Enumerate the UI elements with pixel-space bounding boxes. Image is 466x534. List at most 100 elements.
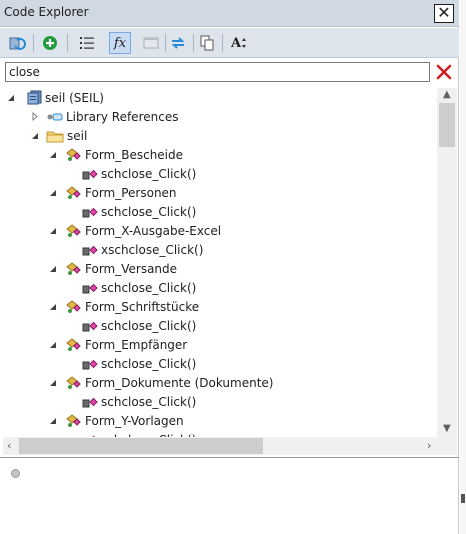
member-label: schclose_Click() <box>101 280 197 295</box>
form-module-icon <box>66 262 81 275</box>
library-references-icon <box>47 113 63 120</box>
tree-node-form[interactable]: Form_Y-Vorlagen <box>45 411 184 430</box>
tree-node-member[interactable]: schclose_Click() <box>82 316 196 335</box>
scroll-left-icon[interactable]: ‹ <box>7 439 11 452</box>
method-icon <box>82 321 98 331</box>
tree-node-library-references[interactable]: Library References <box>25 107 178 126</box>
vertical-scrollbar[interactable]: ▲ ▼ <box>437 88 457 437</box>
tree-node-root[interactable]: seil (SEIL) <box>7 88 104 107</box>
expanded-chevron-icon[interactable] <box>49 379 57 387</box>
method-icon <box>82 207 98 217</box>
horizontal-scroll-thumb[interactable] <box>19 438 263 454</box>
edge-marker <box>461 494 465 503</box>
expanded-chevron-icon[interactable] <box>49 227 57 235</box>
form-label: Form_Versande <box>85 261 178 276</box>
sort-arrows-icon <box>242 38 247 48</box>
copy-button[interactable] <box>196 32 218 54</box>
close-button[interactable]: ✕ <box>434 4 454 23</box>
horizontal-scrollbar[interactable]: ‹ › <box>3 437 437 455</box>
method-icon <box>82 283 98 293</box>
tree-node-member[interactable]: schclose_Click() <box>82 164 196 183</box>
expanded-chevron-icon[interactable] <box>49 265 57 273</box>
search-input[interactable] <box>6 63 429 81</box>
member-label: schclose_Click() <box>101 356 197 371</box>
expanded-chevron-icon[interactable] <box>49 189 57 197</box>
tree-node-folder[interactable]: seil <box>25 126 87 145</box>
form-label: Form_Personen <box>85 185 177 200</box>
method-icon <box>82 397 98 407</box>
copy-icon <box>200 35 214 51</box>
window-title: Code Explorer <box>4 5 89 19</box>
sort-icon-letter: A <box>230 35 242 51</box>
sort-icon: A <box>231 36 247 51</box>
project-icon <box>27 90 42 105</box>
method-icon <box>82 245 98 255</box>
sort-button[interactable]: A <box>228 32 250 54</box>
form-module-icon <box>66 338 81 351</box>
vertical-scroll-thumb[interactable] <box>439 103 455 147</box>
tree-node-form[interactable]: Form_Empfänger <box>45 335 187 354</box>
clear-search-icon <box>436 64 452 80</box>
right-edge <box>460 0 466 534</box>
expanded-chevron-icon[interactable] <box>7 94 15 102</box>
clear-search-button[interactable] <box>434 62 454 82</box>
code-explorer-pane: Code Explorer ✕ fx A close seil (SEIL) L… <box>0 0 459 534</box>
add-button[interactable] <box>39 32 61 54</box>
tree-node-member[interactable]: schclose_Click() <box>82 278 196 297</box>
collapsed-chevron-icon[interactable] <box>32 112 38 121</box>
form-module-icon <box>66 148 81 161</box>
sync-button[interactable] <box>167 32 189 54</box>
refresh-icon <box>9 37 26 50</box>
function-filter-button[interactable]: fx <box>109 32 131 54</box>
member-label: schclose_Click() <box>101 166 197 181</box>
window-button[interactable] <box>140 32 162 54</box>
tree-node-member[interactable]: schclose_Click() <box>82 354 196 373</box>
list-button[interactable] <box>76 32 98 54</box>
tree-view[interactable]: seil (SEIL) Library References seil Form… <box>3 88 436 437</box>
form-label: Form_Schriftstücke <box>85 299 200 314</box>
tree-node-form[interactable]: Form_Versande <box>45 259 177 278</box>
form-module-icon <box>66 414 81 427</box>
folder-label: seil <box>67 128 88 143</box>
form-module-icon <box>66 224 81 237</box>
folder-icon <box>46 131 64 142</box>
add-icon <box>43 36 57 50</box>
expanded-chevron-icon[interactable] <box>31 132 39 140</box>
tree-node-member[interactable]: xschclose_Click() <box>82 240 203 259</box>
scroll-down-icon[interactable]: ▼ <box>443 423 451 434</box>
close-icon: ✕ <box>437 3 451 22</box>
tree-node-member[interactable]: schclose_Click() <box>82 202 196 221</box>
status-indicator-icon <box>11 469 20 478</box>
tree-node-member[interactable]: schclose_Click() <box>82 392 196 411</box>
member-label: schclose_Click() <box>101 318 197 333</box>
expanded-chevron-icon[interactable] <box>49 341 57 349</box>
expanded-chevron-icon[interactable] <box>49 151 57 159</box>
scroll-up-icon[interactable]: ▲ <box>443 89 451 100</box>
form-label: Form_Bescheide <box>85 147 184 162</box>
expanded-chevron-icon[interactable] <box>49 303 57 311</box>
expanded-chevron-icon[interactable] <box>49 417 57 425</box>
form-label: Form_X-Ausgabe-Excel <box>85 223 222 238</box>
tree-node-form[interactable]: Form_Dokumente (Dokumente) <box>45 373 273 392</box>
numbered-list-icon <box>80 37 94 49</box>
form-module-icon <box>66 186 81 199</box>
scroll-right-icon[interactable]: › <box>427 439 431 452</box>
method-icon <box>82 359 98 369</box>
member-label: schclose_Click() <box>101 204 197 219</box>
method-icon <box>82 169 98 179</box>
tree-node-form[interactable]: Form_Schriftstücke <box>45 297 199 316</box>
member-label: schclose_Click() <box>101 394 197 409</box>
refresh-button[interactable] <box>6 32 28 54</box>
form-label: Form_Dokumente (Dokumente) <box>85 375 274 390</box>
tree-node-member[interactable]: schclose_Click() <box>82 430 196 437</box>
title-bar: Code Explorer ✕ <box>0 0 459 27</box>
tree-node-form[interactable]: Form_Bescheide <box>45 145 183 164</box>
panel-divider <box>0 457 459 458</box>
search-box[interactable] <box>5 62 430 82</box>
form-label: Form_Y-Vorlagen <box>85 413 184 428</box>
form-module-icon <box>66 376 81 389</box>
tree-node-form[interactable]: Form_Personen <box>45 183 177 202</box>
form-module-icon <box>66 300 81 313</box>
tree-node-form[interactable]: Form_X-Ausgabe-Excel <box>45 221 221 240</box>
sync-icon <box>171 37 185 49</box>
